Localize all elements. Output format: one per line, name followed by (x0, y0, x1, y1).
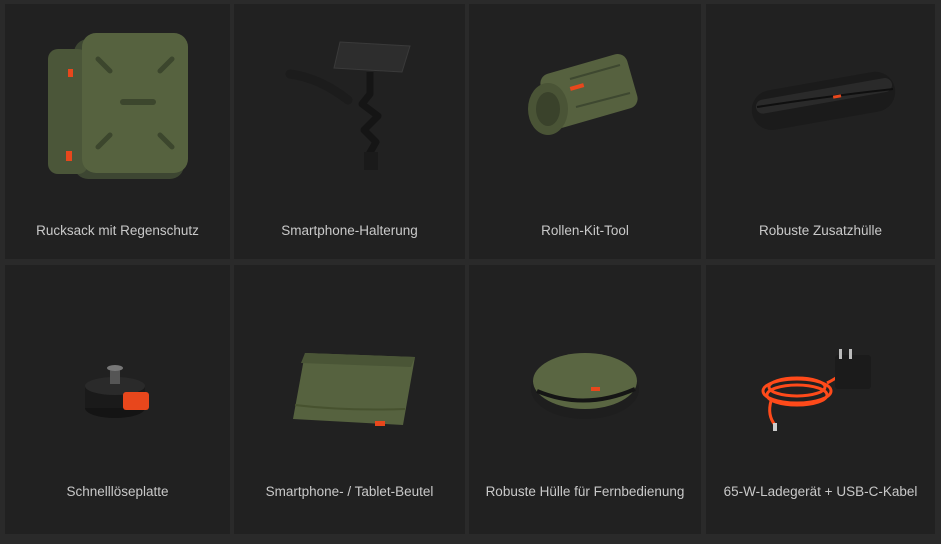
accessory-label: Rucksack mit Regenschutz (36, 223, 199, 238)
accessory-label: 65-W-Ladegerät + USB-C-Kabel (723, 484, 918, 499)
phone-holder-icon (234, 4, 465, 204)
tablet-pouch-icon (234, 295, 465, 485)
accessory-label: Robuste Hülle für Fernbedienung (485, 484, 685, 499)
accessory-card-backpack[interactable]: Rucksack mit Regenschutz (5, 4, 230, 259)
accessory-card-tablet-pouch[interactable]: Smartphone- / Tablet-Beutel (234, 265, 465, 534)
accessory-card-quick-release[interactable]: Schnelllöseplatte (5, 265, 230, 534)
charger-icon (706, 290, 935, 480)
accessory-card-hard-case[interactable]: Robuste Zusatzhülle (706, 4, 935, 259)
accessory-label: Smartphone- / Tablet-Beutel (265, 484, 434, 499)
tool-roll-icon (469, 4, 701, 204)
accessory-card-roll-kit[interactable]: Rollen-Kit-Tool (469, 4, 701, 259)
accessory-label: Smartphone-Halterung (281, 223, 418, 238)
accessory-card-smartphone-holder[interactable]: Smartphone-Halterung (234, 4, 465, 259)
accessory-label: Schnelllöseplatte (66, 484, 169, 499)
accessory-label: Robuste Zusatzhülle (758, 223, 883, 238)
quick-release-plate-icon (5, 300, 230, 490)
backpack-icon (5, 4, 230, 204)
hard-case-icon (706, 4, 935, 204)
remote-case-icon (469, 290, 701, 480)
accessory-card-remote-case[interactable]: Robuste Hülle für Fernbedienung (469, 265, 701, 534)
accessory-grid: Rucksack mit Regenschutz Smartphone-Halt… (0, 0, 941, 544)
accessory-card-charger[interactable]: 65-W-Ladegerät + USB-C-Kabel (706, 265, 935, 534)
accessory-label: Rollen-Kit-Tool (541, 223, 629, 238)
